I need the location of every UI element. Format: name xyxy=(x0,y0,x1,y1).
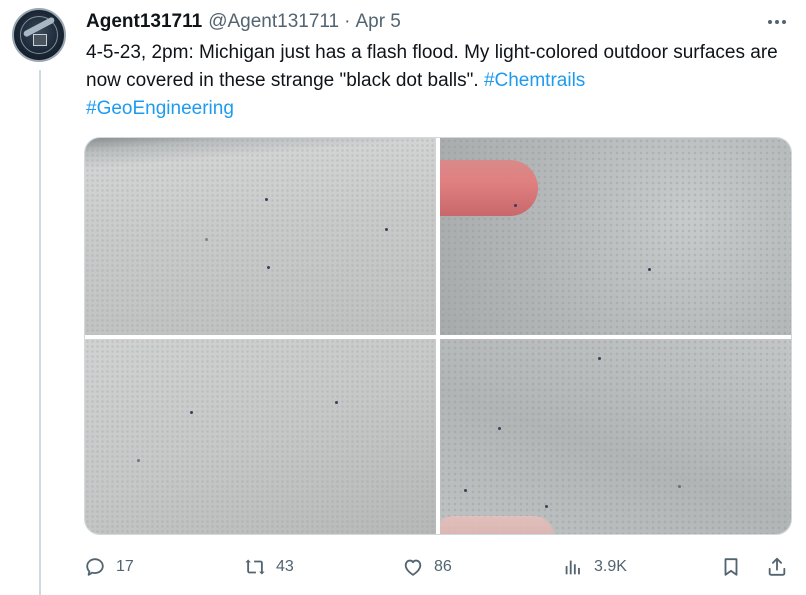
avatar[interactable] xyxy=(12,8,66,62)
retweet-count: 43 xyxy=(276,558,294,575)
hashtag-geoengineering[interactable]: #GeoEngineering xyxy=(86,98,234,119)
views-count: 3.9K xyxy=(594,558,627,575)
bookmark-icon xyxy=(724,558,738,576)
retweet-button[interactable]: 43 xyxy=(244,552,294,582)
reply-icon xyxy=(86,558,104,576)
avatar-emblem-badge xyxy=(33,34,47,46)
reply-count: 17 xyxy=(116,558,134,575)
thread-line xyxy=(39,70,41,595)
tweet-text: 4-5-23, 2pm: Michigan just has a flash f… xyxy=(86,39,796,123)
photo-2[interactable] xyxy=(440,138,791,335)
like-button[interactable]: 86 xyxy=(402,552,452,582)
share-button[interactable] xyxy=(766,552,788,582)
reply-button[interactable]: 17 xyxy=(84,552,134,582)
author-handle[interactable]: @Agent131711 xyxy=(208,11,339,33)
retweet-icon xyxy=(245,559,265,575)
heart-icon xyxy=(404,559,422,576)
action-bar: 17 43 86 3.9K xyxy=(84,552,796,582)
views-button[interactable]: 3.9K xyxy=(562,552,627,582)
finger xyxy=(440,160,538,216)
share-icon xyxy=(768,557,786,576)
finger xyxy=(440,516,554,534)
media-grid xyxy=(84,137,792,535)
author-name[interactable]: Agent131711 xyxy=(86,11,202,33)
more-options-icon[interactable] xyxy=(766,12,788,32)
photo-3[interactable] xyxy=(85,339,436,534)
hashtag-chemtrails[interactable]: #Chemtrails xyxy=(484,70,585,91)
tweet-date[interactable]: Apr 5 xyxy=(355,11,400,33)
separator-dot: · xyxy=(344,11,351,32)
photo-1[interactable] xyxy=(85,138,436,335)
tweet-body: 4-5-23, 2pm: Michigan just has a flash f… xyxy=(86,42,778,91)
analytics-icon xyxy=(565,560,580,575)
like-count: 86 xyxy=(434,558,452,575)
tweet-header: Agent131711 @Agent131711 · Apr 5 xyxy=(86,9,401,35)
photo-4[interactable] xyxy=(440,339,791,534)
bookmark-button[interactable] xyxy=(720,552,742,582)
